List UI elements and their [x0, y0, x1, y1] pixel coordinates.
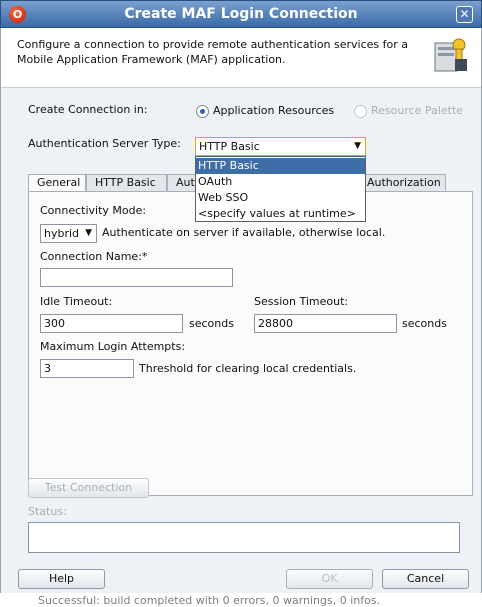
auth-option-web-sso[interactable]: Web SSO: [196, 190, 365, 206]
auth-type-dropdown: HTTP Basic OAuth Web SSO <specify values…: [195, 156, 366, 222]
connectivity-hint: Authenticate on server if available, oth…: [102, 226, 386, 239]
tab-http-basic[interactable]: HTTP Basic: [86, 174, 167, 192]
auth-option-http-basic[interactable]: HTTP Basic: [196, 158, 365, 174]
max-attempts-label: Maximum Login Attempts:: [40, 340, 186, 353]
title-bar: O Create MAF Login Connection ✕: [0, 0, 482, 28]
max-attempts-hint: Threshold for clearing local credentials…: [139, 362, 357, 375]
close-icon[interactable]: ✕: [456, 6, 473, 23]
connection-key-icon: [434, 38, 467, 72]
auth-option-runtime[interactable]: <specify values at runtime>: [196, 206, 365, 222]
idle-timeout-label: Idle Timeout:: [40, 295, 113, 308]
status-label: Status:: [28, 505, 67, 518]
oracle-icon: O: [9, 6, 26, 23]
general-panel: Connectivity Mode: hybrid ▼ Authenticate…: [28, 191, 473, 496]
session-timeout-unit: seconds: [402, 317, 447, 330]
idle-timeout-field[interactable]: 300: [40, 314, 183, 333]
chevron-down-icon: ▼: [354, 141, 361, 151]
dialog-body: Configure a connection to provide remote…: [0, 28, 482, 593]
application-resources-label[interactable]: Application Resources: [213, 104, 334, 117]
max-attempts-value: 3: [44, 362, 51, 375]
background-log-text: Successful: build completed with 0 error…: [0, 593, 482, 607]
session-timeout-field[interactable]: 28800: [254, 314, 397, 333]
session-timeout-value: 28800: [258, 317, 293, 330]
resource-palette-label[interactable]: Resource Palette: [371, 104, 463, 117]
connectivity-mode-label: Connectivity Mode:: [40, 204, 147, 217]
auth-type-label: Authentication Server Type:: [28, 137, 181, 150]
tab-authorization[interactable]: Authorization: [358, 174, 446, 192]
chevron-down-icon: ▼: [85, 228, 92, 238]
auth-type-value: HTTP Basic: [199, 140, 260, 153]
connection-name-label: Connection Name:*: [40, 250, 148, 263]
max-attempts-field[interactable]: 3: [40, 359, 134, 378]
test-connection-button[interactable]: Test Connection: [28, 478, 149, 498]
cancel-button[interactable]: Cancel: [382, 569, 469, 589]
radio-application-resources[interactable]: [196, 105, 209, 118]
auth-option-oauth[interactable]: OAuth: [196, 174, 365, 190]
ok-button[interactable]: OK: [286, 569, 373, 589]
idle-timeout-value: 300: [44, 317, 65, 330]
session-timeout-label: Session Timeout:: [254, 295, 349, 308]
auth-type-select[interactable]: HTTP Basic ▼: [195, 137, 366, 156]
radio-resource-palette[interactable]: [354, 105, 367, 118]
connection-name-field[interactable]: [40, 268, 233, 287]
connectivity-mode-select[interactable]: hybrid ▼: [40, 224, 97, 243]
status-output: [28, 522, 460, 553]
dialog-header: Configure a connection to provide remote…: [1, 28, 481, 88]
connectivity-mode-value: hybrid: [44, 227, 80, 240]
header-description: Configure a connection to provide remote…: [17, 38, 409, 66]
idle-timeout-unit: seconds: [189, 317, 234, 330]
help-button[interactable]: Help: [18, 569, 105, 589]
create-in-label: Create Connection in:: [28, 103, 148, 116]
window-title: Create MAF Login Connection: [124, 6, 358, 22]
